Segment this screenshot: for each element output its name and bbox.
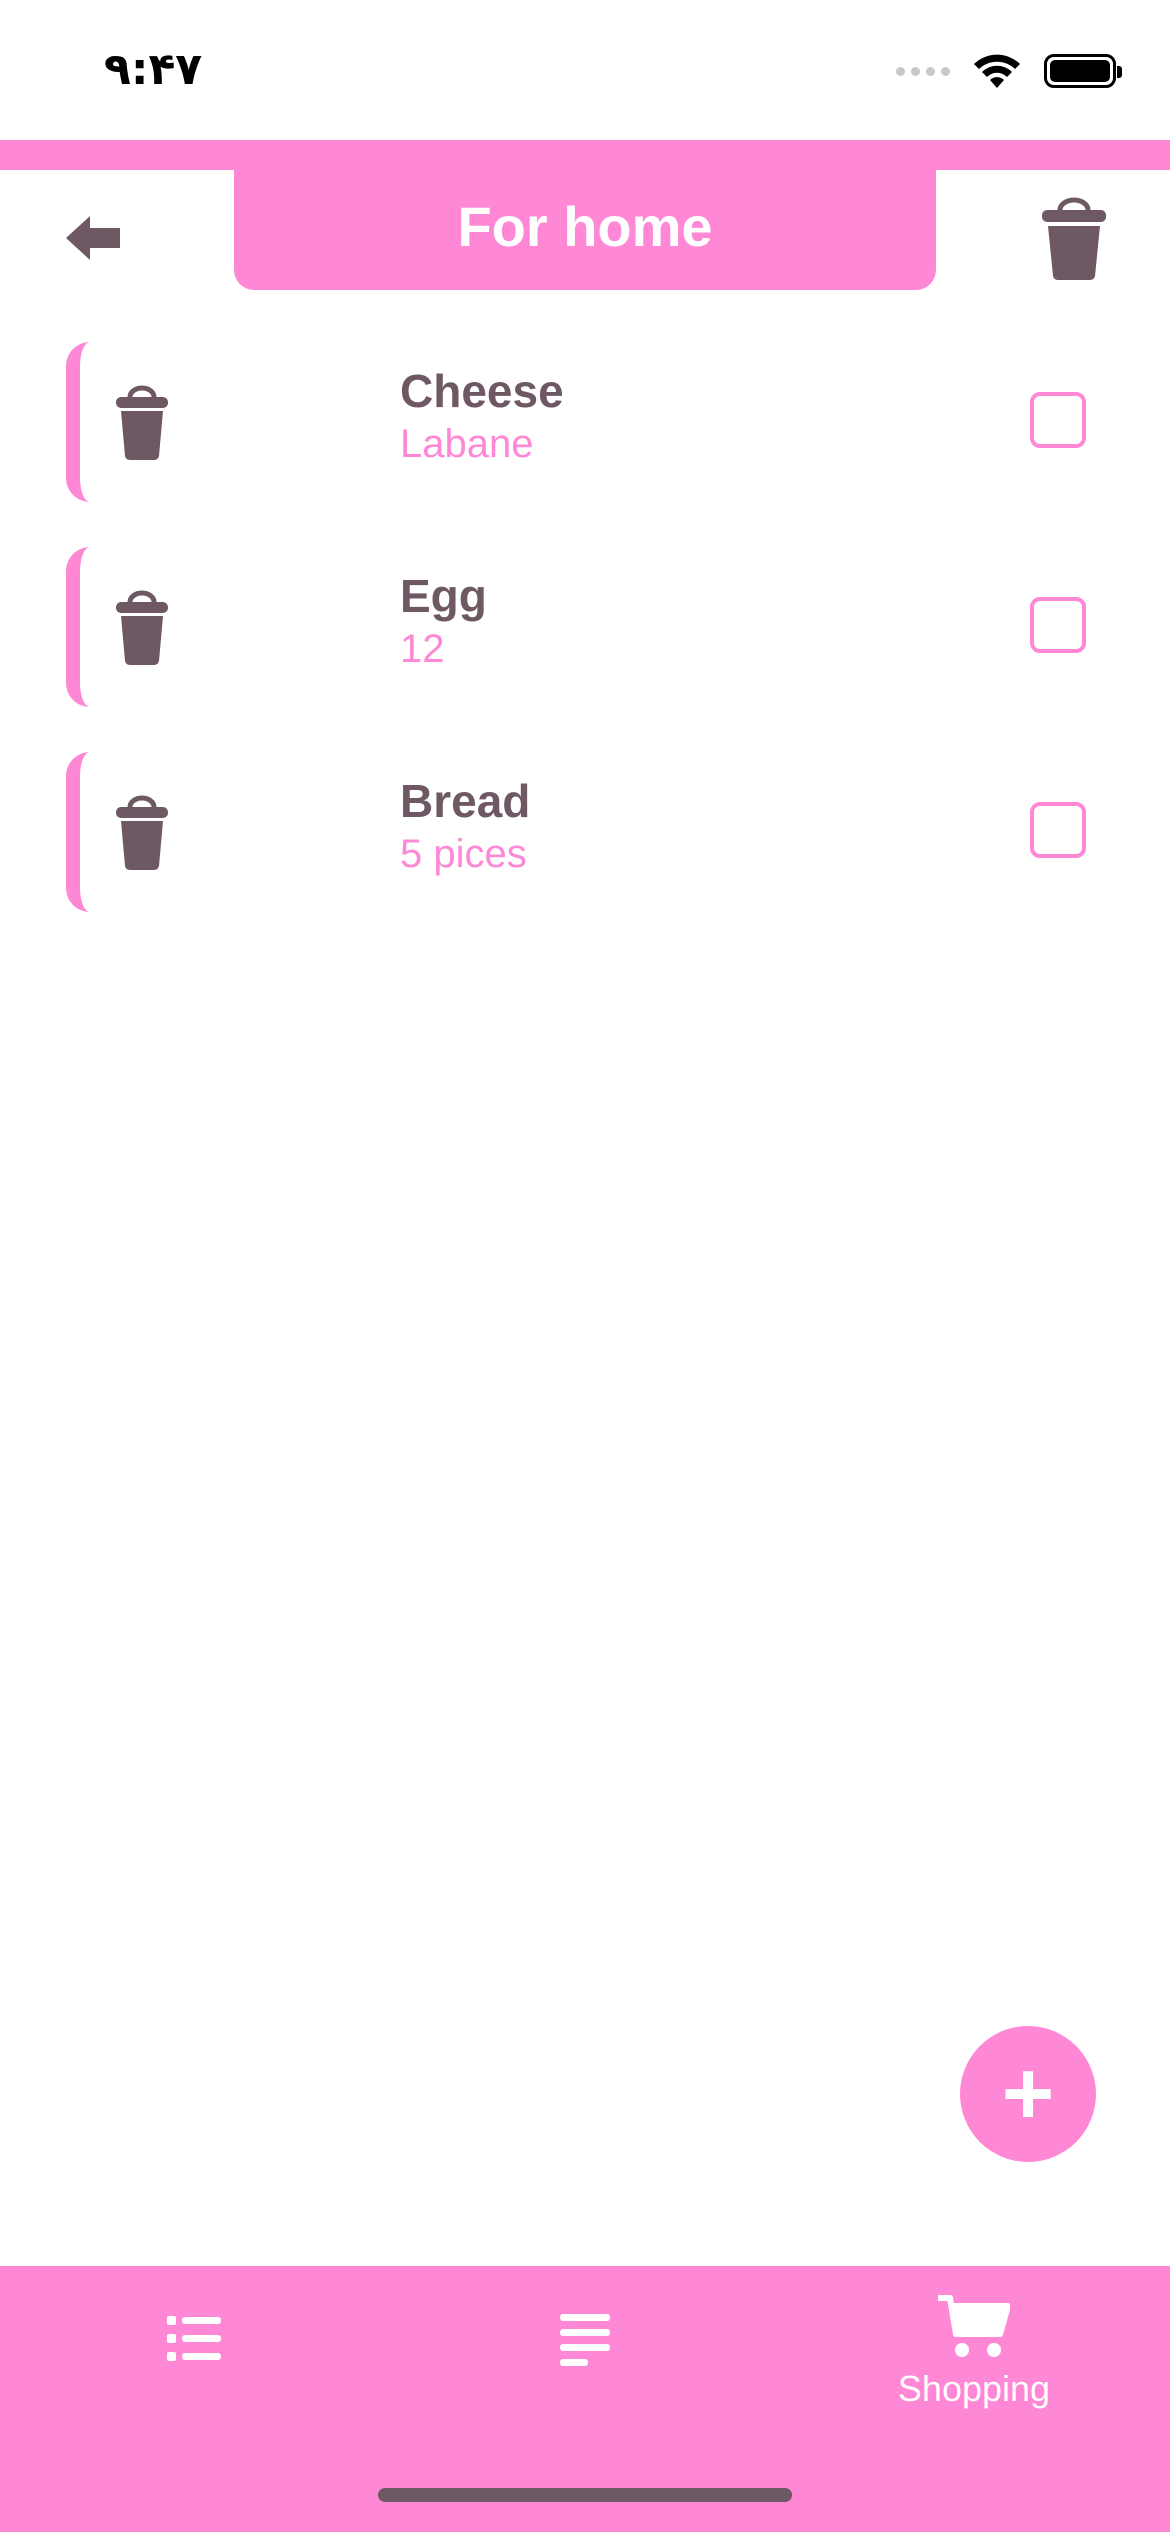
bulleted-list-icon	[167, 2316, 221, 2361]
delete-item-button[interactable]	[112, 384, 172, 460]
status-bar: ۹:۴۷	[0, 0, 1170, 140]
title-tab: For home	[234, 140, 936, 290]
plus-icon: +	[1001, 2044, 1055, 2144]
item-accent-bar	[66, 752, 90, 912]
shopping-cart-icon	[938, 2295, 1010, 2357]
trash-icon	[116, 590, 168, 665]
screen: ۹:۴۷ For home Cheese Labane Egg 12 Bread…	[0, 0, 1170, 2532]
page-title: For home	[457, 194, 713, 258]
status-indicators	[896, 52, 1122, 90]
back-button[interactable]	[64, 208, 124, 268]
item-detail: 12	[400, 627, 445, 671]
item-name: Cheese	[400, 365, 564, 417]
delete-item-button[interactable]	[112, 794, 172, 870]
item-detail: Labane	[400, 422, 534, 466]
nav-item-items[interactable]	[465, 2314, 705, 2454]
arrow-left-icon	[66, 216, 120, 260]
item-detail: 5 pices	[400, 832, 527, 876]
wifi-icon	[974, 54, 1020, 88]
delete-list-button[interactable]	[1038, 196, 1110, 280]
home-indicator	[378, 2488, 792, 2502]
item-checkbox[interactable]	[1030, 802, 1086, 858]
trash-icon	[116, 795, 168, 870]
item-name: Egg	[400, 570, 487, 622]
text-lines-icon	[560, 2314, 610, 2366]
cellular-signal-icon	[896, 66, 950, 76]
list-item: Bread 5 pices	[66, 752, 1116, 912]
list-item: Cheese Labane	[66, 342, 1116, 502]
trash-icon	[1042, 197, 1106, 280]
battery-icon	[1044, 54, 1122, 88]
status-time: ۹:۴۷	[104, 44, 203, 95]
trash-icon	[116, 385, 168, 460]
item-checkbox[interactable]	[1030, 597, 1086, 653]
item-accent-bar	[66, 547, 90, 707]
item-checkbox[interactable]	[1030, 392, 1086, 448]
nav-item-lists[interactable]	[74, 2314, 314, 2454]
nav-label-shopping: Shopping	[897, 2368, 1051, 2409]
nav-item-shopping[interactable]: Shopping	[854, 2294, 1094, 2434]
item-name: Bread	[400, 775, 531, 827]
list-item: Egg 12	[66, 547, 1116, 707]
add-item-button[interactable]: +	[960, 2026, 1096, 2162]
delete-item-button[interactable]	[112, 589, 172, 665]
item-accent-bar	[66, 342, 90, 502]
